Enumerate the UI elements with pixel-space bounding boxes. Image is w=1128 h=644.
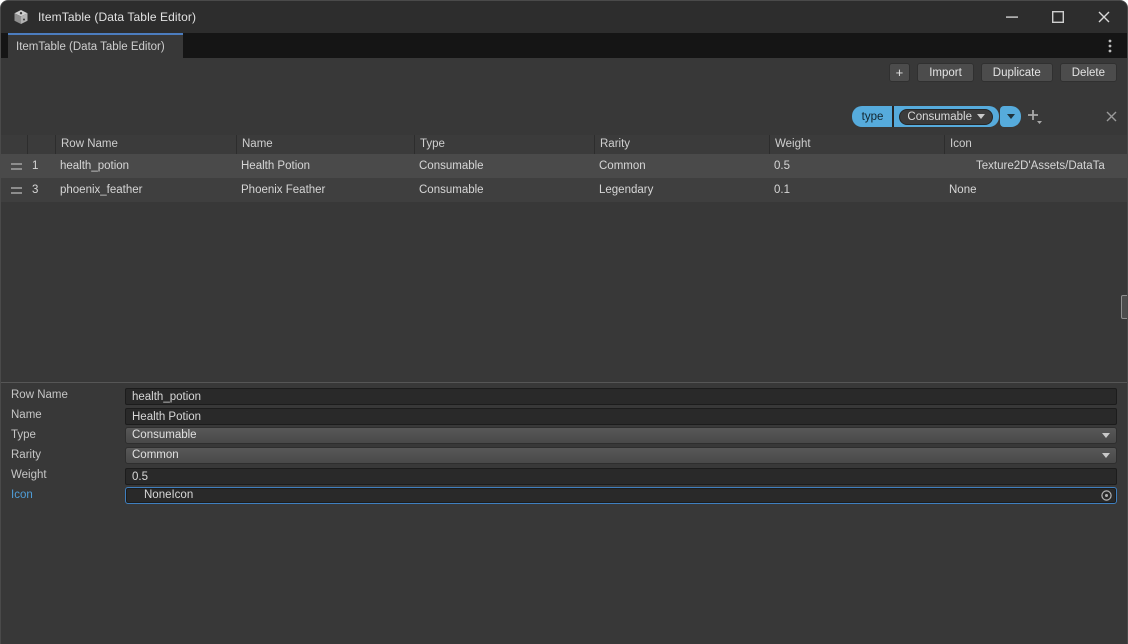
close-icon[interactable] [1081,1,1127,33]
row-index: 1 [32,160,39,172]
filter-value-label: Consumable [907,110,972,123]
scrollbar-thumb[interactable] [1121,295,1127,319]
import-button[interactable]: Import [917,63,974,82]
data-table-editor-window: ItemTable (Data Table Editor) ItemTable … [0,0,1128,644]
table-row[interactable]: 3 phoenix_feather Phoenix Feather Consum… [1,178,1127,202]
rarity-dropdown[interactable]: Common [125,446,1117,464]
scriptable-object-cube-icon [12,8,30,26]
cell-weight: 0.5 [774,160,790,172]
panel-divider [1,382,1127,383]
chevron-down-icon [1102,452,1110,458]
detail-row-name: Name [1,405,1127,425]
cell-rarity: Common [599,160,646,172]
detail-row-icon: Icon NoneIcon [1,485,1127,505]
row-index: 3 [32,184,39,196]
window-controls [989,1,1127,33]
row-detail-panel: Row Name Name Type Consumable Rarity [1,385,1127,505]
field-label: Type [11,429,36,441]
object-picker-icon[interactable] [1100,489,1113,502]
row-name-field[interactable] [125,388,1117,405]
icon-object-field[interactable]: NoneIcon [125,486,1117,504]
cell-weight: 0.1 [774,184,790,196]
filter-chip-type[interactable]: type Consumable [851,106,999,127]
table-row[interactable]: 1 health_potion Health Potion Consumable… [1,154,1127,178]
type-dropdown-value: Consumable [132,429,197,441]
search-filter-row: type Consumable [1,106,1127,128]
cell-row-name: health_potion [60,160,130,172]
detail-row-weight: Weight [1,465,1127,485]
filter-value-wrap: Consumable [894,106,999,127]
field-label: Icon [11,489,33,501]
window-title: ItemTable (Data Table Editor) [38,10,197,24]
drag-handle-icon[interactable] [1,162,27,170]
chevron-down-icon [1006,114,1015,119]
add-filter-icon[interactable] [1026,108,1043,125]
field-label: Name [11,409,42,421]
delete-button[interactable]: Delete [1059,63,1117,82]
header-index-column[interactable] [27,135,55,154]
header-handle-column [1,135,27,154]
duplicate-button[interactable]: Duplicate [980,63,1053,82]
table-toolbar: + Import Duplicate Delete [888,63,1117,82]
detail-row-type: Type Consumable [1,425,1127,445]
rarity-dropdown-value: Common [132,449,179,461]
maximize-icon[interactable] [1035,1,1081,33]
chevron-down-icon [977,114,985,119]
cell-icon: Texture2D'Assets/DataTa [976,160,1105,172]
field-label: Row Name [11,389,68,401]
icon-object-value: NoneIcon [144,489,194,501]
field-label: Rarity [11,449,42,461]
kebab-menu-icon[interactable] [1101,37,1119,55]
weight-field[interactable] [125,468,1117,485]
minimize-icon[interactable] [989,1,1035,33]
title-bar: ItemTable (Data Table Editor) [1,1,1127,33]
detail-row-rarity: Rarity Common [1,445,1127,465]
table-header: Row Name Name Type Rarity Weight Icon [1,135,1127,154]
filter-value-dropdown[interactable]: Consumable [899,108,993,125]
chevron-down-icon [1102,432,1110,438]
clear-search-icon[interactable] [1105,110,1118,123]
cell-rarity: Legendary [599,184,654,196]
name-field[interactable] [125,408,1117,425]
cell-type: Consumable [419,160,484,172]
header-name[interactable]: Name [236,135,414,154]
cell-name: Phoenix Feather [241,184,326,196]
detail-row-row-name: Row Name [1,385,1127,405]
field-label: Weight [11,469,47,481]
cell-type: Consumable [419,184,484,196]
tab-label: ItemTable (Data Table Editor) [16,40,165,53]
header-rarity[interactable]: Rarity [594,135,769,154]
tab-bar: ItemTable (Data Table Editor) [1,33,1127,58]
drag-handle-icon[interactable] [1,186,27,194]
cell-icon: None [949,184,977,196]
header-weight[interactable]: Weight [769,135,944,154]
add-row-button[interactable]: + [888,63,911,82]
cell-name: Health Potion [241,160,311,172]
filter-options-dropdown[interactable] [1000,106,1021,127]
tab-itemtable[interactable]: ItemTable (Data Table Editor) [8,33,183,58]
cell-row-name: phoenix_feather [60,184,143,196]
type-dropdown[interactable]: Consumable [125,426,1117,444]
header-type[interactable]: Type [414,135,594,154]
header-row-name[interactable]: Row Name [55,135,236,154]
header-icon[interactable]: Icon [944,135,1127,154]
filter-key-label: type [861,110,884,123]
